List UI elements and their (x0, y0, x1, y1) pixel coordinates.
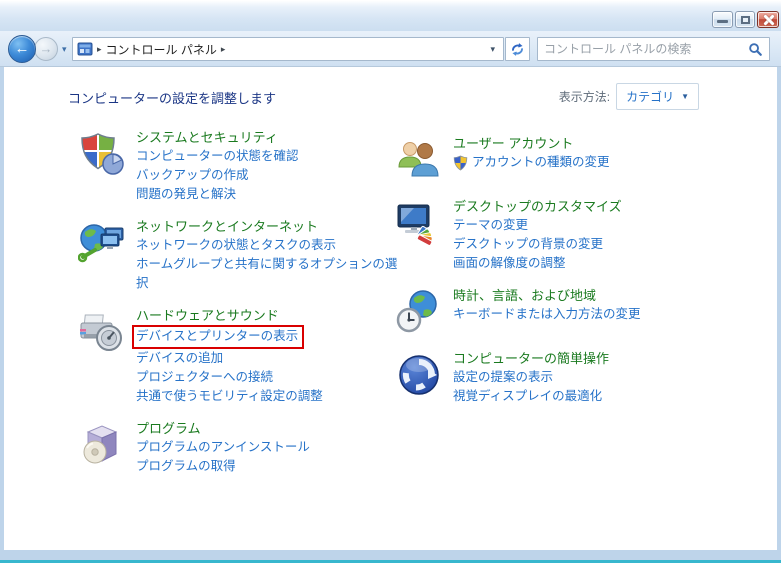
page-title: コンピューターの設定を調整します (68, 88, 276, 107)
link-optimize-visual-display[interactable]: 視覚ディスプレイの最適化 (453, 387, 729, 406)
search-box (537, 37, 770, 61)
link-add-device[interactable]: デバイスの追加 (136, 349, 398, 368)
uac-shield-icon (453, 155, 468, 171)
category-column-left: システムとセキュリティ コンピューターの状態を確認 バックアップの作成 問題の発… (78, 128, 408, 489)
breadcrumb-chevron-icon[interactable]: ▸ (221, 44, 226, 55)
category-heading-hardware-sound[interactable]: ハードウェアとサウンド (136, 306, 398, 325)
search-icon[interactable] (748, 42, 763, 57)
control-panel-window: ← → ▾ ▸ コントロール パネル ▸ ▾ (0, 0, 781, 563)
category-heading-programs[interactable]: プログラム (136, 419, 398, 438)
link-connect-projector[interactable]: プロジェクターへの接続 (136, 368, 398, 387)
link-view-network-status[interactable]: ネットワークの状態とタスクの表示 (136, 236, 398, 255)
highlight-box: デバイスとプリンターの表示 (132, 325, 304, 349)
user-accounts-icon[interactable] (395, 136, 443, 184)
link-get-programs[interactable]: プログラムの取得 (136, 457, 398, 476)
category-column-right: ユーザー アカウント アカウントの種類の変更 (395, 134, 735, 419)
back-arrow-icon: ← (15, 40, 30, 57)
section-programs: プログラム プログラムのアンインストール プログラムの取得 (78, 419, 408, 476)
view-by-label: 表示方法: (559, 88, 610, 105)
section-ease-of-access: コンピューターの簡単操作 設定の提案の表示 視覚ディスプレイの最適化 (395, 349, 735, 406)
category-heading-personalization[interactable]: デスクトップのカスタマイズ (453, 197, 729, 216)
chevron-down-icon: ▼ (681, 92, 689, 101)
minimize-button[interactable] (712, 11, 733, 28)
link-create-backup[interactable]: バックアップの作成 (136, 166, 398, 185)
link-view-devices-printers[interactable]: デバイスとプリンターの表示 (136, 325, 398, 349)
control-panel-icon (77, 41, 93, 57)
link-uninstall-program[interactable]: プログラムのアンインストール (136, 438, 398, 457)
category-heading-ease-of-access[interactable]: コンピューターの簡単操作 (453, 349, 729, 368)
category-heading-clock-region[interactable]: 時計、言語、および地域 (453, 286, 729, 305)
close-button[interactable] (757, 11, 779, 28)
maximize-icon (741, 16, 750, 24)
section-hardware-sound: ハードウェアとサウンド デバイスとプリンターの表示 デバイスの追加 プロジェクタ… (78, 306, 408, 406)
refresh-button[interactable] (505, 37, 530, 61)
link-change-account-type[interactable]: アカウントの種類の変更 (453, 153, 729, 172)
address-bar[interactable]: ▸ コントロール パネル ▸ ▾ (72, 37, 504, 61)
link-adjust-mobility-settings[interactable]: 共通で使うモビリティ設定の調整 (136, 387, 398, 406)
breadcrumb-control-panel[interactable]: コントロール パネル (106, 41, 217, 58)
section-user-accounts: ユーザー アカウント アカウントの種類の変更 (395, 134, 735, 184)
view-by-dropdown[interactable]: カテゴリ ▼ (616, 83, 699, 110)
status-bar (0, 550, 781, 560)
category-heading-network-internet[interactable]: ネットワークとインターネット (136, 217, 398, 236)
recent-pages-dropdown[interactable]: ▾ (62, 44, 67, 55)
programs-box-icon[interactable] (78, 421, 126, 469)
personalization-icon[interactable] (395, 199, 443, 247)
close-icon (763, 14, 774, 25)
link-change-keyboards-input[interactable]: キーボードまたは入力方法の変更 (453, 305, 729, 324)
link-adjust-screen-resolution[interactable]: 画面の解像度の調整 (453, 254, 729, 273)
category-heading-system-security[interactable]: システムとセキュリティ (136, 128, 398, 147)
link-find-fix-problems[interactable]: 問題の発見と解決 (136, 185, 398, 204)
category-heading-user-accounts[interactable]: ユーザー アカウント (453, 134, 729, 153)
link-change-theme[interactable]: テーマの変更 (453, 216, 729, 235)
link-change-desktop-background[interactable]: デスクトップの背景の変更 (453, 235, 729, 254)
forward-button[interactable]: → (34, 37, 58, 61)
address-history-dropdown-icon[interactable]: ▾ (486, 44, 499, 55)
minimize-icon (717, 20, 728, 23)
section-personalization: デスクトップのカスタマイズ テーマの変更 デスクトップの背景の変更 画面の解像度… (395, 197, 735, 273)
section-clock-region: 時計、言語、および地域 キーボードまたは入力方法の変更 (395, 286, 735, 336)
refresh-icon (510, 42, 525, 57)
hardware-printer-icon[interactable] (78, 308, 126, 356)
security-shield-icon[interactable] (78, 130, 126, 178)
title-bar (0, 0, 781, 31)
link-check-computer-status[interactable]: コンピューターの状態を確認 (136, 147, 398, 166)
clock-region-icon[interactable] (395, 288, 443, 336)
section-system-security: システムとセキュリティ コンピューターの状態を確認 バックアップの作成 問題の発… (78, 128, 408, 204)
forward-arrow-icon: → (40, 41, 53, 56)
back-button[interactable]: ← (8, 35, 36, 63)
breadcrumb-chevron-icon[interactable]: ▸ (97, 44, 102, 55)
navigation-bar: ← → ▾ ▸ コントロール パネル ▸ ▾ (0, 31, 781, 67)
network-globe-icon[interactable] (78, 219, 126, 267)
view-by-control: 表示方法: カテゴリ ▼ (559, 83, 699, 110)
link-label: アカウントの種類の変更 (472, 153, 610, 172)
view-by-value: カテゴリ (626, 88, 674, 105)
link-suggested-settings[interactable]: 設定の提案の表示 (453, 368, 729, 387)
search-input[interactable] (544, 42, 748, 56)
section-network-internet: ネットワークとインターネット ネットワークの状態とタスクの表示 ホームグループと… (78, 217, 408, 293)
link-homegroup-sharing-options[interactable]: ホームグループと共有に関するオプションの選択 (136, 255, 398, 293)
maximize-button[interactable] (735, 11, 755, 28)
ease-of-access-icon[interactable] (395, 351, 443, 399)
content-area: コンピューターの設定を調整します 表示方法: カテゴリ ▼ (0, 67, 781, 550)
